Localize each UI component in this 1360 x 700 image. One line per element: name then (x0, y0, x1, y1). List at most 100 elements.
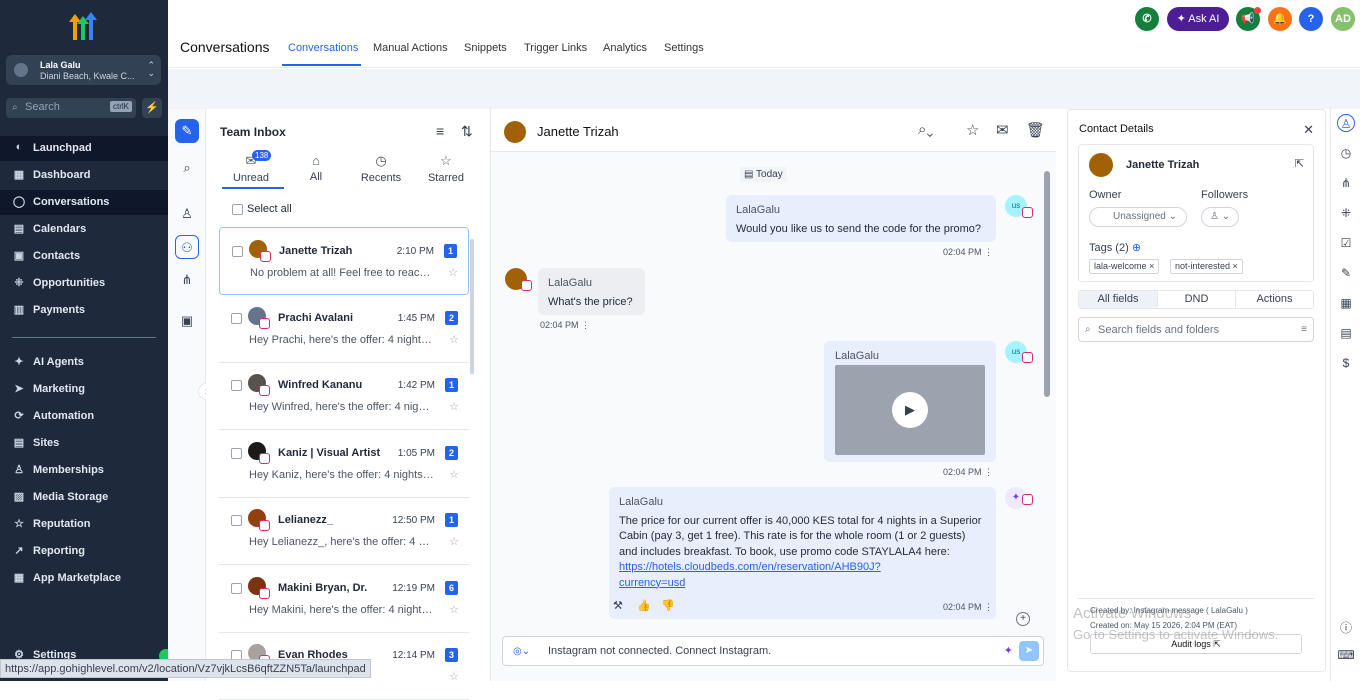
star-icon[interactable]: ☆ (449, 670, 459, 683)
quick-action-bolt-icon[interactable]: ⚡ (142, 98, 162, 118)
workflow-icon[interactable]: ⋔ (1337, 174, 1355, 192)
keyboard-icon[interactable]: ⌨ (1337, 646, 1355, 664)
app-logo[interactable] (66, 12, 100, 42)
star-icon[interactable]: ☆ (449, 535, 459, 548)
sidebar-item-media-storage[interactable]: ▨ Media Storage (0, 485, 168, 510)
sidebar-item-automation[interactable]: ⟳ Automation (0, 404, 168, 429)
info-icon[interactable]: ⓘ (1337, 619, 1355, 637)
inbox-tab-unread[interactable]: ✉ Unread (221, 153, 281, 184)
filter-icon[interactable]: ≡ (1301, 324, 1307, 335)
message-composer[interactable]: ◎⌄ Instagram not connected. Connect Inst… (502, 636, 1044, 666)
tab-trigger-links[interactable]: Trigger Links (524, 42, 587, 54)
tab-analytics[interactable]: Analytics (603, 42, 647, 54)
tab-snippets[interactable]: Snippets (464, 42, 507, 54)
tag-chip[interactable]: lala-welcome × (1089, 259, 1160, 274)
conversation-checkbox[interactable] (231, 582, 242, 594)
send-button[interactable]: ➤ (1019, 641, 1039, 661)
sidebar-item-memberships[interactable]: ♙ Memberships (0, 458, 168, 483)
tab-settings[interactable]: Settings (664, 42, 704, 54)
star-icon[interactable]: ☆ (966, 121, 979, 139)
bell-icon[interactable]: 🔔 (1268, 7, 1292, 31)
thumbs-down-icon[interactable]: 👎 (661, 599, 675, 612)
inbox-tab-all[interactable]: ⌂ All (286, 153, 346, 183)
inbox-tab-starred[interactable]: ☆ Starred (416, 153, 476, 184)
dollar-icon[interactable]: $ (1337, 354, 1355, 372)
new-message-icon[interactable]: ✎ (175, 119, 199, 143)
trash-icon[interactable]: 🗑 (1026, 121, 1045, 139)
select-all-checkbox[interactable] (232, 204, 243, 215)
search-icon[interactable]: ⌕ (175, 156, 199, 180)
instagram-channel-icon[interactable]: ◎⌄ (513, 646, 530, 657)
conversation-item[interactable]: Lelianezz_ 12:50 PM 1 Hey Lelianezz_, here'… (219, 497, 469, 565)
owner-select[interactable]: Unassigned ⌄ (1089, 207, 1187, 227)
chat-bubble-icon[interactable]: ⌕⌄ (918, 121, 933, 138)
conversation-item[interactable]: Kaniz | Visual Artist 1:05 PM 2 Hey Kaniz, … (219, 430, 469, 498)
inbox-tab-recents[interactable]: ◷ Recents (351, 153, 411, 184)
help-button[interactable]: ? (1299, 7, 1323, 31)
star-icon[interactable]: ☆ (449, 400, 459, 413)
mail-icon[interactable]: ✉ (996, 121, 1009, 139)
sidebar-item-reporting[interactable]: ↗ Reporting (0, 539, 168, 564)
star-icon[interactable]: ☆ (448, 266, 458, 279)
sidebar-item-marketing[interactable]: ➤ Marketing (0, 377, 168, 402)
sidebar-item-reputation[interactable]: ☆ Reputation (0, 512, 168, 537)
star-icon[interactable]: ☆ (449, 333, 459, 346)
sort-icon[interactable]: ⇅ (461, 123, 473, 140)
sidebar-item-ai-agents[interactable]: ✦ AI Agents (0, 350, 168, 375)
conversation-checkbox[interactable] (232, 246, 243, 257)
pen-icon[interactable]: ✎ (1337, 264, 1355, 282)
conversation-checkbox[interactable] (231, 447, 242, 459)
user-avatar[interactable]: AD (1331, 7, 1355, 31)
apps-icon[interactable]: ⁜ (1337, 204, 1355, 222)
add-tag-icon[interactable]: ⊕ (1132, 242, 1141, 254)
org-icon[interactable]: ⋔ (175, 268, 199, 292)
ai-edit-icon[interactable]: ⚒ (613, 599, 623, 612)
thumbs-up-icon[interactable]: 👍 (637, 599, 651, 612)
fields-search-input[interactable]: ⌕ Search fields and folders ≡ (1078, 317, 1314, 342)
star-icon[interactable]: ☆ (449, 468, 459, 481)
phone-icon[interactable]: ✆ (1135, 7, 1159, 31)
calendar-icon[interactable]: ▦ (1337, 294, 1355, 312)
ai-assist-icon[interactable]: ✦ (1004, 644, 1013, 657)
tab-conversations[interactable]: Conversations (288, 42, 358, 54)
chat-scrollbar[interactable] (1044, 171, 1050, 397)
play-icon[interactable]: ▶ (892, 392, 928, 428)
location-switcher[interactable]: Lala Galu Diani Beach, Kwale C... ⌃ ⌄ (6, 55, 161, 85)
team-icon[interactable]: ⚇ (175, 235, 199, 259)
sidebar-search[interactable]: ⌕ Search ctrlK (6, 98, 136, 118)
ask-ai-button[interactable]: ✦ Ask AI (1167, 7, 1229, 31)
conversation-item[interactable]: Makini Bryan, Dr. 12:19 PM 6 Hey Makini, he… (219, 565, 469, 633)
video-attachment[interactable]: ▶ (835, 365, 985, 455)
sidebar-item-sites[interactable]: ▤ Sites (0, 431, 168, 456)
conversation-item[interactable]: Prachi Avalani 1:45 PM 2 Hey Prachi, here's… (219, 295, 469, 363)
sidebar-item-opportunities[interactable]: ⁜ Opportunities (0, 271, 168, 296)
close-icon[interactable]: ✕ (1303, 122, 1314, 138)
star-icon[interactable]: ☆ (449, 603, 459, 616)
conversation-checkbox[interactable] (231, 515, 242, 526)
sidebar-item-app-marketplace[interactable]: ▦ App Marketplace (0, 566, 168, 591)
tab-dnd[interactable]: DND (1157, 291, 1235, 308)
sidebar-item-calendars[interactable]: ▤ Calendars (0, 217, 168, 242)
archive-icon[interactable]: ▣ (175, 309, 199, 333)
open-external-icon[interactable]: ⇱ (1295, 157, 1304, 170)
sidebar-item-payments[interactable]: ▥ Payments (0, 298, 168, 323)
document-icon[interactable]: ▤ (1337, 324, 1355, 342)
contact-icon[interactable]: ♙ (1337, 114, 1355, 132)
filter-icon[interactable]: ≡ (436, 123, 444, 139)
tab-all-fields[interactable]: All fields (1079, 291, 1157, 308)
message-link[interactable]: https://hotels.cloudbeds.com/en/reservat… (619, 561, 881, 573)
conversation-item[interactable]: Winfred Kananu 1:42 PM 1 Hey Winfred, here'… (219, 362, 469, 430)
tag-chip[interactable]: not-interested × (1170, 259, 1243, 274)
history-icon[interactable]: ◷ (1337, 144, 1355, 162)
tab-manual-actions[interactable]: Manual Actions (373, 42, 448, 54)
tasks-icon[interactable]: ☑ (1337, 234, 1355, 252)
sidebar-item-conversations[interactable]: ◯ Conversations (0, 190, 168, 215)
sidebar-item-launchpad[interactable]: ◐ Launchpad (0, 136, 168, 161)
add-icon[interactable]: + (1016, 612, 1030, 626)
conversation-checkbox[interactable] (231, 380, 242, 391)
tab-actions[interactable]: Actions (1235, 291, 1313, 308)
person-icon[interactable]: ♙ (175, 202, 199, 226)
conversation-item[interactable]: Janette Trizah 2:10 PM 1 No problem at all!… (219, 227, 469, 295)
sidebar-item-contacts[interactable]: ▣ Contacts (0, 244, 168, 269)
followers-select[interactable]: ♙ ⌄ (1201, 207, 1239, 227)
